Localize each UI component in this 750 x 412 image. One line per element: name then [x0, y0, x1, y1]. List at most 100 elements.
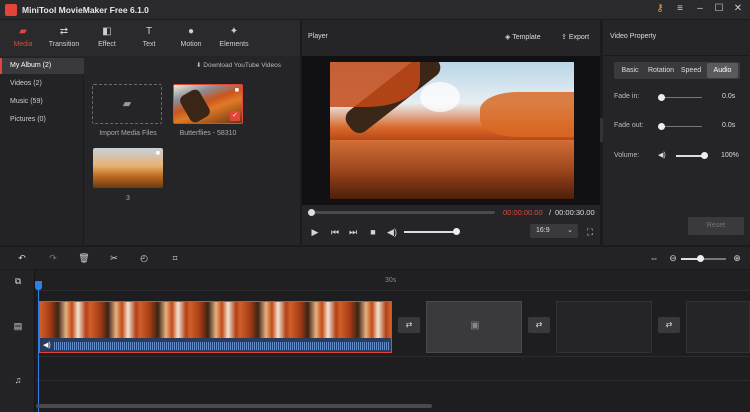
next-frame-button[interactable]: ⏭: [347, 226, 359, 238]
playhead-handle[interactable]: [35, 281, 42, 290]
time-current: 00:00:00.00: [503, 208, 543, 217]
player-volume-fill: [404, 231, 456, 233]
folder-icon: ▰: [19, 26, 27, 37]
aspect-ratio-value: 16:9: [536, 227, 550, 234]
tab-audio[interactable]: Audio: [707, 63, 738, 78]
redo-icon[interactable]: ↷: [46, 252, 60, 264]
transition-slot-3[interactable]: ⇄: [658, 317, 680, 333]
aspect-ratio-select[interactable]: 16:9 ⌄: [530, 224, 578, 238]
tab-elements[interactable]: ✦ Elements: [211, 26, 257, 48]
empty-clip-slot-3[interactable]: [686, 301, 750, 353]
empty-clip-slot-2[interactable]: [556, 301, 652, 353]
speed-icon[interactable]: ◴: [137, 252, 151, 264]
import-media-button[interactable]: ▰: [92, 84, 162, 124]
transition-icon: ⇄: [59, 26, 69, 37]
empty-clip-slot-1[interactable]: ▣: [426, 301, 522, 353]
undo-icon[interactable]: ↶: [15, 252, 29, 264]
transition-icon: ⇄: [405, 320, 413, 329]
playhead-line: [38, 282, 39, 412]
sidebar-item-videos[interactable]: Videos (2): [10, 80, 42, 87]
tab-speed[interactable]: Speed: [677, 63, 705, 78]
fade-out-value: 0.0s: [722, 122, 736, 129]
music-track-icon: ♫: [14, 375, 22, 385]
clip-butterflies-label: Butterflies - 58310: [179, 130, 237, 137]
tab-rotation[interactable]: Rotation: [645, 63, 677, 78]
sidebar-selected-marker: [0, 58, 2, 74]
timeline-scrollbar[interactable]: [36, 404, 432, 408]
zoom-in-icon[interactable]: ⊕: [731, 252, 743, 264]
fade-out-track[interactable]: [660, 126, 702, 127]
player-title: Player: [308, 33, 328, 40]
property-title: Video Property: [610, 33, 657, 40]
sun-glow: [420, 82, 460, 112]
add-track-icon[interactable]: ⧉: [11, 275, 25, 287]
transition-slot-1[interactable]: ⇄: [398, 317, 420, 333]
minimize-button[interactable]: –: [693, 2, 707, 16]
import-media-label: Import Media Files: [99, 130, 157, 137]
video-icon: ■: [234, 87, 239, 94]
fade-out-handle[interactable]: [658, 123, 665, 130]
close-button[interactable]: ✕: [731, 2, 745, 16]
media-clip-3[interactable]: ■: [93, 148, 163, 188]
fade-in-handle[interactable]: [658, 94, 665, 101]
tab-elements-label: Elements: [219, 41, 249, 48]
tab-media[interactable]: ▰ Media: [0, 26, 46, 48]
title-bar: MiniTool MovieMaker Free 6.1.0 ⚷ ≡ – ☐ ✕: [0, 0, 750, 19]
volume-icon[interactable]: ◀): [386, 226, 398, 238]
app-logo: [5, 3, 17, 16]
sidebar-item-music[interactable]: Music (59): [10, 98, 43, 105]
reset-button[interactable]: Reset: [688, 217, 744, 235]
transition-slot-2[interactable]: ⇄: [528, 317, 550, 333]
check-icon: ✓: [230, 111, 240, 121]
app-title: MiniTool MovieMaker Free 6.1.0: [22, 4, 149, 15]
menu-icon[interactable]: ≡: [673, 2, 687, 16]
download-youtube-link[interactable]: ⬇ Download YouTube Videos: [196, 61, 281, 69]
player-progress-handle[interactable]: [308, 209, 315, 216]
fit-timeline-icon[interactable]: ⇔: [647, 252, 661, 264]
export-button[interactable]: ⇪ Export: [561, 33, 589, 41]
sidebar-item-my-album[interactable]: My Album (2): [10, 62, 51, 69]
split-icon[interactable]: ✂: [107, 252, 121, 264]
zoom-out-icon[interactable]: ⊖: [667, 252, 679, 264]
tab-effect[interactable]: ◧ Effect: [84, 26, 130, 48]
clip-3-label: 3: [126, 195, 130, 202]
tree-trunk: [177, 87, 213, 123]
tab-text[interactable]: T Text: [126, 26, 172, 48]
play-button[interactable]: ▶: [309, 226, 321, 238]
tab-motion[interactable]: ● Motion: [168, 26, 214, 48]
track-divider: [36, 356, 750, 357]
delete-icon[interactable]: 🗑: [77, 252, 91, 264]
tab-transition[interactable]: ⇄ Transition: [41, 26, 87, 48]
video-icon: ■: [155, 150, 160, 157]
volume-handle[interactable]: [701, 152, 708, 159]
export-icon: ⇪: [561, 34, 569, 41]
time-total: 00:00:30.00: [555, 208, 595, 217]
template-label: Template: [512, 34, 541, 41]
template-button[interactable]: ◈ Template: [505, 33, 541, 41]
key-icon[interactable]: ⚷: [653, 2, 667, 16]
maximize-button[interactable]: ☐: [712, 2, 726, 16]
effect-icon: ◧: [102, 26, 112, 37]
sidebar-item-pictures[interactable]: Pictures (0): [10, 116, 46, 123]
crop-icon[interactable]: ⌗: [168, 252, 182, 264]
zoom-handle[interactable]: [697, 255, 704, 262]
video-preview[interactable]: [330, 62, 574, 199]
chevron-down-icon: ⌄: [567, 227, 573, 234]
speaker-icon: ◀): [658, 152, 666, 159]
fade-in-track[interactable]: [660, 97, 702, 98]
player-volume-handle[interactable]: [453, 228, 460, 235]
fade-in-value: 0.0s: [722, 93, 736, 100]
stop-button[interactable]: ■: [367, 226, 379, 238]
speaker-icon[interactable]: ◀): [43, 341, 51, 349]
folder-icon: ▰: [122, 98, 132, 110]
player-progress-track[interactable]: [311, 211, 495, 214]
prev-frame-button[interactable]: ⏮: [329, 226, 341, 238]
tab-basic[interactable]: Basic: [616, 63, 644, 78]
fullscreen-button[interactable]: ⛶: [584, 226, 596, 238]
timeline-video-clip[interactable]: ◀): [39, 301, 392, 353]
tab-media-label: Media: [13, 41, 33, 48]
media-clip-butterflies[interactable]: ■ ✓: [173, 84, 243, 124]
track-headers: [0, 270, 35, 412]
tab-transition-label: Transition: [48, 41, 80, 48]
tab-text-label: Text: [142, 41, 156, 48]
